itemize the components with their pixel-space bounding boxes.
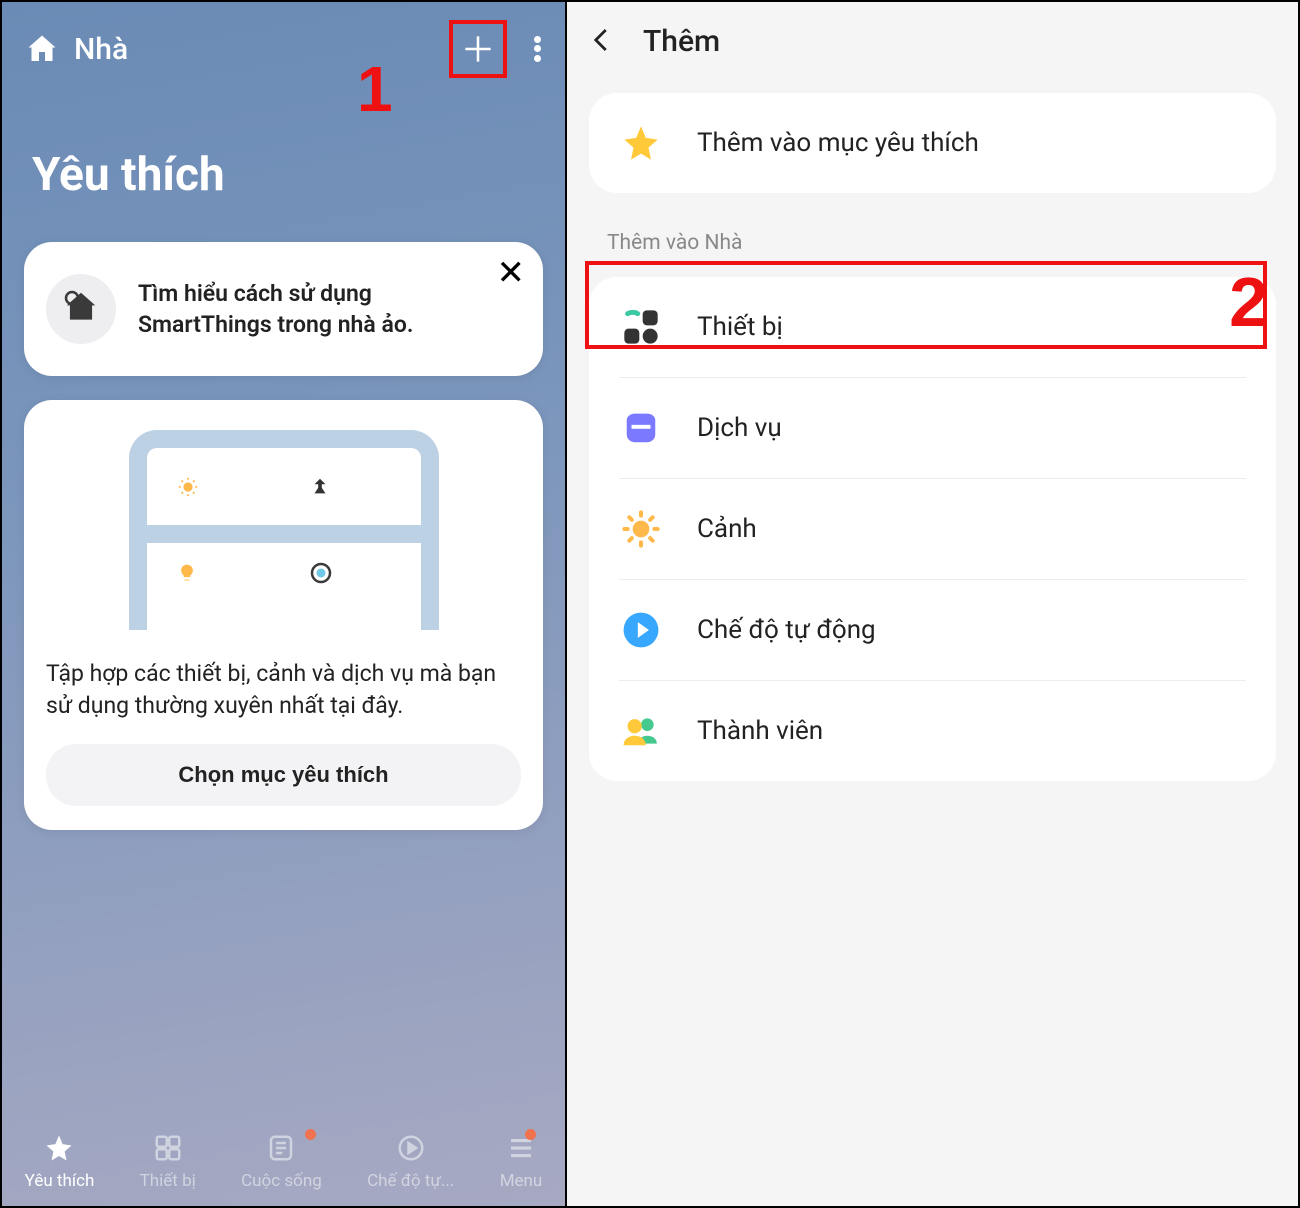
nav-favorites[interactable]: Yêu thích xyxy=(25,1131,95,1191)
menu-item-automation[interactable]: Chế độ tự động xyxy=(589,579,1276,680)
service-icon xyxy=(619,406,663,450)
menu-label: Cảnh xyxy=(697,514,757,544)
annotation-step-2: 2 xyxy=(1229,262,1268,342)
tip-card[interactable]: ✕ Tìm hiểu cách sử dụng SmartThings tron… xyxy=(24,242,543,376)
life-icon xyxy=(264,1131,298,1165)
close-icon[interactable]: ✕ xyxy=(497,256,526,290)
location-title[interactable]: Nhà xyxy=(74,32,128,67)
nav-menu[interactable]: Menu xyxy=(500,1131,543,1191)
add-favorite-card: Thêm vào mục yêu thích xyxy=(589,93,1276,193)
star-icon xyxy=(42,1131,76,1165)
members-icon xyxy=(619,709,663,753)
tip-text: Tìm hiểu cách sử dụng SmartThings trong … xyxy=(138,278,521,340)
dashboard-description: Tập hợp các thiết bị, cảnh và dịch vụ mà… xyxy=(46,658,521,722)
virtual-home-icon xyxy=(46,274,116,344)
back-icon[interactable] xyxy=(587,25,621,59)
nav-life[interactable]: Cuộc sống xyxy=(241,1131,322,1191)
home-icon[interactable] xyxy=(24,31,60,67)
add-to-home-card: Thiết bị Dịch vụ Cảnh xyxy=(589,277,1276,781)
menu-label: Thêm vào mục yêu thích xyxy=(697,128,979,158)
menu-item-add-favorite[interactable]: Thêm vào mục yêu thích xyxy=(589,93,1276,193)
annotation-step-1: 1 xyxy=(357,52,393,126)
menu-item-scene[interactable]: Cảnh xyxy=(589,478,1276,579)
menu-label: Thành viên xyxy=(697,716,823,746)
play-icon xyxy=(619,608,663,652)
sun-icon xyxy=(619,507,663,551)
star-icon xyxy=(619,121,663,165)
page-title: Yêu thích xyxy=(2,78,565,242)
grid-icon xyxy=(151,1131,185,1165)
menu-label: Chế độ tự động xyxy=(697,615,876,645)
menu-item-device[interactable]: Thiết bị xyxy=(589,277,1276,377)
menu-label: Dịch vụ xyxy=(697,413,782,443)
menu-item-member[interactable]: Thành viên xyxy=(589,680,1276,781)
dashboard-card: Tập hợp các thiết bị, cảnh và dịch vụ mà… xyxy=(24,400,543,830)
add-button[interactable] xyxy=(449,20,507,78)
devices-icon xyxy=(619,305,663,349)
menu-label: Thiết bị xyxy=(697,312,783,342)
page-title: Thêm xyxy=(643,24,720,59)
section-label: Thêm vào Nhà xyxy=(567,217,1298,265)
dashboard-illustration xyxy=(129,430,439,630)
nav-automation[interactable]: Chế độ tự... xyxy=(367,1131,454,1191)
more-menu-icon[interactable] xyxy=(525,29,549,69)
nav-devices[interactable]: Thiết bị xyxy=(140,1131,196,1191)
choose-favorites-button[interactable]: Chọn mục yêu thích xyxy=(46,744,521,806)
play-circle-icon xyxy=(394,1131,428,1165)
bottom-nav: Yêu thích Thiết bị Cuộc sống Chế độ tự..… xyxy=(2,1116,565,1206)
menu-item-service[interactable]: Dịch vụ xyxy=(589,377,1276,478)
